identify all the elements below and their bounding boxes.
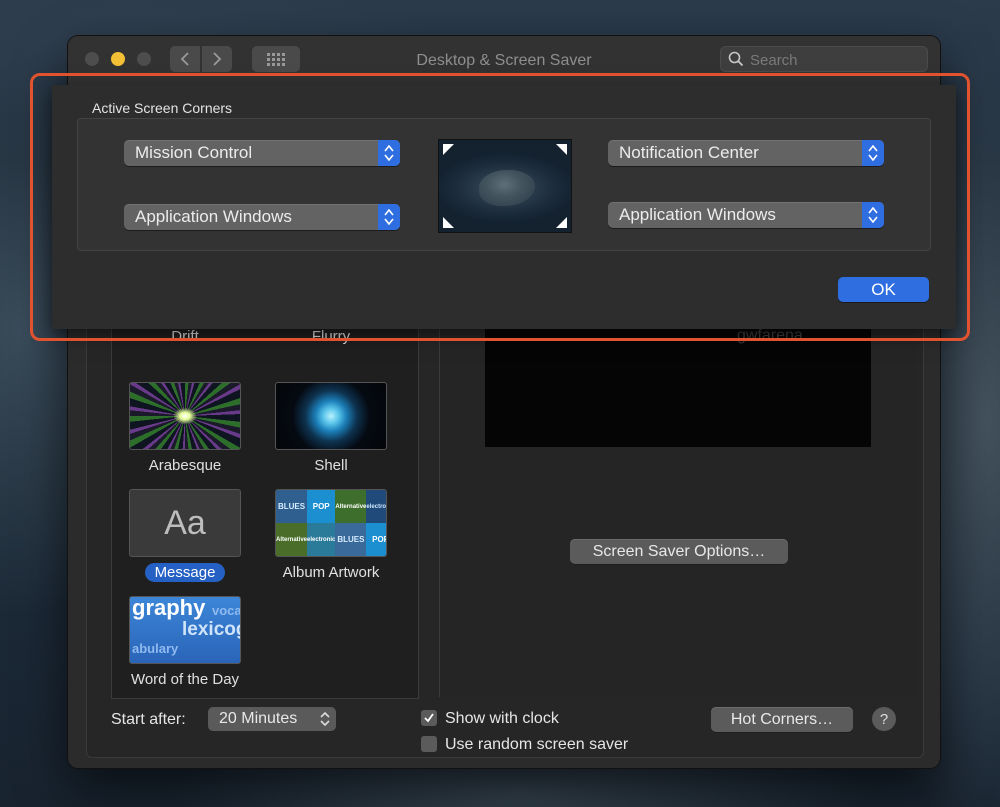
album-tile: BLUES	[335, 523, 367, 556]
top-left-corner-popup[interactable]: Mission Control	[124, 140, 400, 166]
ok-button[interactable]: OK	[838, 277, 929, 302]
bottom-left-corner-value: Application Windows	[135, 207, 292, 226]
saver-item-message[interactable]: Aa Message	[120, 489, 250, 582]
wotd-word: lexicog	[182, 619, 241, 640]
top-left-corner-value: Mission Control	[135, 143, 253, 162]
updown-chevron-icon	[378, 204, 400, 230]
hot-corners-button[interactable]: Hot Corners…	[711, 707, 853, 732]
album-tile: POP	[307, 490, 336, 523]
titlebar: Desktop & Screen Saver	[68, 36, 940, 86]
top-right-corner-popup[interactable]: Notification Center	[608, 140, 884, 166]
top-right-corner-value: Notification Center	[619, 143, 759, 162]
updown-chevron-icon	[320, 711, 330, 727]
message-thumbnail: Aa	[129, 489, 241, 557]
help-button[interactable]: ?	[872, 707, 896, 731]
active-screen-corners-sheet: Active Screen Corners Mission Control Ap…	[52, 85, 956, 329]
album-tile: electronic	[307, 523, 336, 556]
screen-saver-preview: gwfarena	[485, 317, 871, 447]
start-after-popup[interactable]: 20 Minutes	[208, 707, 336, 731]
message-thumb-text: Aa	[164, 503, 206, 542]
search-field[interactable]	[720, 46, 928, 72]
saver-item-word-of-the-day[interactable]: graphy voca lexicog abulary Word of the …	[120, 596, 250, 689]
screen-corners-preview	[438, 139, 572, 233]
preview-text: gwfarena	[737, 327, 803, 344]
bottom-right-corner-popup[interactable]: Application Windows	[608, 202, 884, 228]
updown-chevron-icon	[862, 202, 884, 228]
saver-item-arabesque[interactable]: Arabesque	[120, 382, 250, 475]
saver-label: Drift	[171, 328, 199, 345]
bottom-right-corner-marker	[556, 217, 567, 228]
island-image	[479, 170, 535, 206]
album-tile: electronic	[366, 490, 386, 523]
show-with-clock-label: Show with clock	[445, 710, 559, 727]
shell-thumbnail	[275, 382, 387, 450]
saver-item-album-artwork[interactable]: BLUES POP Alternative electronic Alterna…	[266, 489, 396, 582]
screen-saver-list[interactable]: Drift Flurry Arabesque Shell Aa Message	[111, 304, 419, 699]
search-icon	[728, 51, 744, 67]
show-with-clock-checkbox[interactable]	[421, 710, 437, 726]
checkmark-icon	[424, 713, 434, 723]
updown-chevron-icon	[862, 140, 884, 166]
wotd-word: abulary	[132, 641, 179, 656]
saver-label: Album Artwork	[282, 564, 380, 581]
wotd-word: graphy	[132, 596, 206, 620]
start-after-label: Start after:	[111, 711, 186, 728]
album-tile: Alternative	[276, 523, 308, 556]
use-random-label: Use random screen saver	[445, 736, 629, 753]
start-after-value: 20 Minutes	[219, 710, 298, 727]
album-tile: POP	[366, 523, 386, 556]
saver-label-selected: Message	[144, 563, 226, 582]
arabesque-thumbnail	[129, 382, 241, 450]
album-artwork-thumbnail: BLUES POP Alternative electronic Alterna…	[275, 489, 387, 557]
top-right-corner-marker	[556, 144, 567, 155]
wotd-word: voca	[212, 603, 241, 618]
saver-label: Shell	[314, 457, 348, 474]
screen-saver-options-button[interactable]: Screen Saver Options…	[570, 539, 788, 564]
bottom-left-corner-popup[interactable]: Application Windows	[124, 204, 400, 230]
saver-item-shell[interactable]: Shell	[266, 382, 396, 475]
updown-chevron-icon	[378, 140, 400, 166]
preview-pane: gwfarena Screen Saver Options…	[439, 317, 916, 697]
saver-label: Arabesque	[148, 457, 222, 474]
sheet-title: Active Screen Corners	[92, 100, 233, 116]
use-random-checkbox[interactable]	[421, 736, 437, 752]
album-tile: Alternative	[335, 490, 367, 523]
screen-saver-panel: Drift Flurry Arabesque Shell Aa Message	[86, 304, 924, 758]
saver-label: Flurry	[311, 328, 351, 345]
search-input[interactable]	[748, 49, 922, 71]
word-of-the-day-thumbnail: graphy voca lexicog abulary	[129, 596, 241, 664]
saver-label: Word of the Day	[130, 671, 240, 688]
bottom-right-corner-value: Application Windows	[619, 205, 776, 224]
album-tile: BLUES	[276, 490, 308, 523]
top-left-corner-marker	[443, 144, 454, 155]
bottom-left-corner-marker	[443, 217, 454, 228]
